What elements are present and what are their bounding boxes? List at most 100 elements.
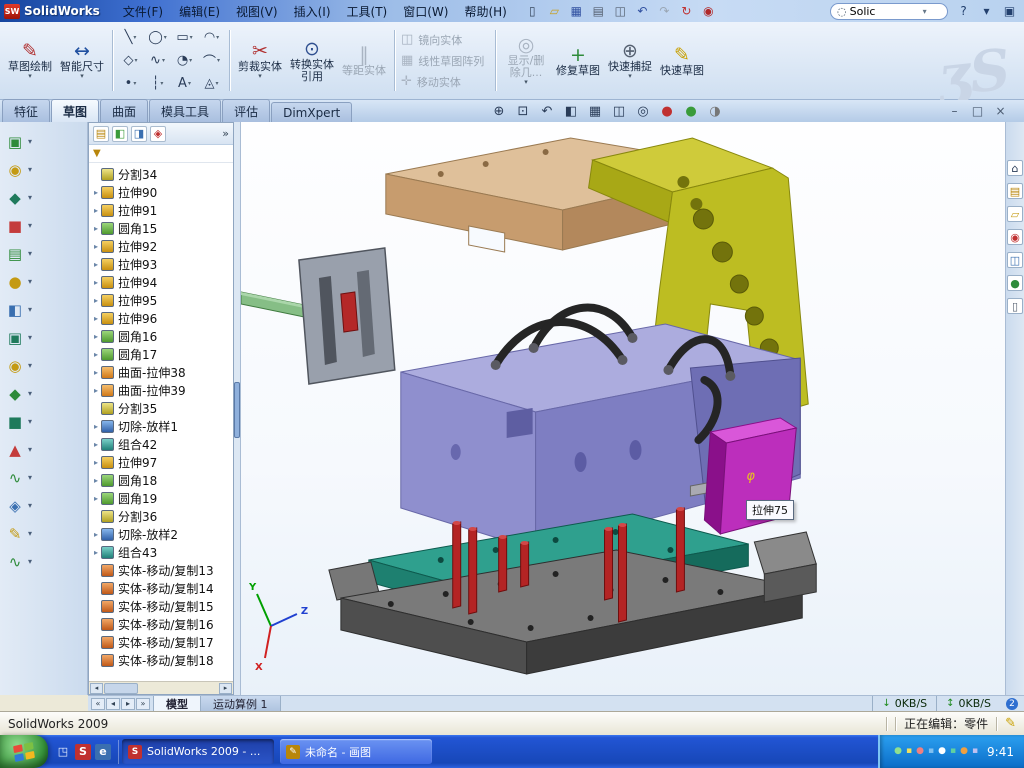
tool-flyout[interactable]: ✎ ▾ <box>5 520 82 547</box>
tool-flyout[interactable]: ◆ ▾ <box>5 184 82 211</box>
task-paint[interactable]: ✎ 未命名 - 画图 <box>280 739 432 764</box>
tool-flyout[interactable]: ■ ▾ <box>5 212 82 239</box>
restore-button[interactable]: □ <box>970 104 985 118</box>
expander-icon[interactable]: ▸ <box>91 422 101 431</box>
tree-item[interactable]: ▸ 圆角17 <box>91 345 233 363</box>
help-icon[interactable]: ? <box>953 2 974 20</box>
solidworks-quicklaunch-icon[interactable]: S <box>75 744 91 760</box>
tray-icon[interactable]: ● <box>894 747 902 756</box>
tree-horizontal-scrollbar[interactable]: ◂ ▸ <box>89 681 233 694</box>
tool-flyout[interactable]: ◉ ▾ <box>5 156 82 183</box>
expander-icon[interactable]: ▸ <box>91 314 101 323</box>
rapid-sketch-button[interactable]: ✎ 快速草图 <box>656 25 708 96</box>
redo-icon[interactable]: ↷ <box>654 2 675 20</box>
close-button[interactable]: × <box>993 104 1008 118</box>
tool-flyout[interactable]: ◈ ▾ <box>5 492 82 519</box>
expander-icon[interactable]: ▸ <box>91 440 101 449</box>
zoom-fit-icon[interactable]: ⊕ <box>488 102 510 120</box>
tree-item[interactable]: ▸ 拉伸90 <box>91 183 233 201</box>
expander-icon[interactable]: ▸ <box>91 530 101 539</box>
tree-item[interactable]: ▸ 组合43 <box>91 543 233 561</box>
tray-icon[interactable]: ▪ <box>950 747 956 756</box>
tree-item[interactable]: ▸ 切除-放样1 <box>91 417 233 435</box>
tree-item[interactable]: ▸ 曲面-拉伸39 <box>91 381 233 399</box>
scroll-left-icon[interactable]: ◂ <box>90 683 103 694</box>
menu-window[interactable]: 窗口(W) <box>395 1 456 22</box>
previous-view-icon[interactable]: ↶ <box>536 102 558 120</box>
dimxpertmanager-icon[interactable]: ◈ <box>150 126 166 142</box>
menu-tools[interactable]: 工具(T) <box>339 1 396 22</box>
menu-file[interactable]: 文件(F) <box>115 1 171 22</box>
tool-flyout[interactable]: ◉ ▾ <box>5 352 82 379</box>
repair-sketch-button[interactable]: + 修复草图 <box>552 25 604 96</box>
scrollbar-thumb[interactable] <box>234 382 240 438</box>
tab-mold-tools[interactable]: 模具工具 <box>149 99 221 122</box>
tree-item[interactable]: ▸ 圆角18 <box>91 471 233 489</box>
tree-item[interactable]: ▸ 拉伸97 <box>91 453 233 471</box>
zoom-area-icon[interactable]: ⊡ <box>512 102 534 120</box>
expander-icon[interactable]: ▸ <box>91 188 101 197</box>
graphics-area[interactable]: φ <box>241 122 1005 695</box>
expander-icon[interactable]: ▸ <box>91 494 101 503</box>
quick-snaps-button[interactable]: ⊕ 快速捕捉 ▾ <box>604 25 656 96</box>
design-library-icon[interactable]: ▤ <box>1007 183 1023 199</box>
menu-view[interactable]: 视图(V) <box>228 1 286 22</box>
polygon-icon[interactable]: ◇▾ <box>117 49 144 72</box>
home-icon[interactable]: ⌂ <box>1007 160 1023 176</box>
print-preview-icon[interactable]: ◫ <box>610 2 631 20</box>
slide-insert-part[interactable] <box>299 248 395 384</box>
tool-flyout[interactable]: ▲ ▾ <box>5 436 82 463</box>
tree-item[interactable]: ▸ 拉伸91 <box>91 201 233 219</box>
rectangle-icon[interactable]: ▭▾ <box>171 26 198 49</box>
text-icon[interactable]: A▾ <box>171 72 198 95</box>
convert-entities-button[interactable]: ⊙ 转换实体引用 <box>286 25 338 96</box>
view-settings-icon[interactable]: ◑ <box>704 102 726 120</box>
smart-dimension-button[interactable]: ↔ 智能尺寸 ▾ <box>56 25 108 96</box>
menu-insert[interactable]: 插入(I) <box>286 1 339 22</box>
new-document-icon[interactable]: ▯ <box>522 2 543 20</box>
tool-flyout[interactable]: ◆ ▾ <box>5 380 82 407</box>
tray-icon[interactable]: ▪ <box>906 747 912 756</box>
offset-entities-button[interactable]: ∥ 等距实体 <box>338 25 390 96</box>
undo-icon[interactable]: ↶ <box>632 2 653 20</box>
tab-evaluate[interactable]: 评估 <box>222 99 270 122</box>
scrollbar-thumb[interactable] <box>104 683 138 694</box>
tab-scroll-icon[interactable]: ▸ <box>121 698 135 710</box>
expander-icon[interactable]: ▸ <box>91 278 101 287</box>
mirror-sketch-icon[interactable]: ◬▾ <box>198 72 225 95</box>
tool-flyout[interactable]: ■ ▾ <box>5 408 82 435</box>
sketch-button[interactable]: ✎ 草图绘制 ▾ <box>4 25 56 96</box>
tool-flyout[interactable]: ◧ ▾ <box>5 296 82 323</box>
expander-icon[interactable]: ▸ <box>91 332 101 341</box>
tool-flyout[interactable]: ▤ ▾ <box>5 240 82 267</box>
tree-item[interactable]: ▸ 切除-放样2 <box>91 525 233 543</box>
expander-icon[interactable]: ▸ <box>91 386 101 395</box>
view-orientation-icon[interactable]: ▦ <box>584 102 606 120</box>
tree-item[interactable]: 分割36 <box>91 507 233 525</box>
expander-icon[interactable]: ▸ <box>91 260 101 269</box>
tab-features[interactable]: 特征 <box>2 99 50 122</box>
tray-icon[interactable]: ▪ <box>972 747 978 756</box>
tree-item[interactable]: ▸ 拉伸92 <box>91 237 233 255</box>
expander-icon[interactable]: ▸ <box>91 206 101 215</box>
tree-item[interactable]: 实体-移动/复制16 <box>91 615 233 633</box>
tree-item[interactable]: 实体-移动/复制18 <box>91 651 233 669</box>
line-icon[interactable]: ╲▾ <box>117 26 144 49</box>
section-view-icon[interactable]: ◧ <box>560 102 582 120</box>
tab-scroll-icon[interactable]: » <box>136 698 150 710</box>
tree-item[interactable]: 实体-移动/复制17 <box>91 633 233 651</box>
rebuild-icon[interactable]: ↻ <box>676 2 697 20</box>
apply-scene-icon[interactable]: ● <box>680 102 702 120</box>
tree-filter-row[interactable]: ▼ <box>89 145 233 163</box>
custom-properties-icon[interactable]: ▯ <box>1007 298 1023 314</box>
show-desktop-icon[interactable]: ◳ <box>55 744 71 760</box>
print-icon[interactable]: ▤ <box>588 2 609 20</box>
tab-model[interactable]: 模型 <box>154 696 201 711</box>
search-icon[interactable]: ◉ <box>1007 229 1023 245</box>
fullscreen-icon[interactable]: ▣ <box>999 2 1020 20</box>
tab-surfaces[interactable]: 曲面 <box>100 99 148 122</box>
save-icon[interactable]: ▦ <box>566 2 587 20</box>
tree-item[interactable]: 实体-移动/复制13 <box>91 561 233 579</box>
search-dropdown-icon[interactable]: ▾ <box>923 7 927 16</box>
expander-icon[interactable]: ▸ <box>91 548 101 557</box>
